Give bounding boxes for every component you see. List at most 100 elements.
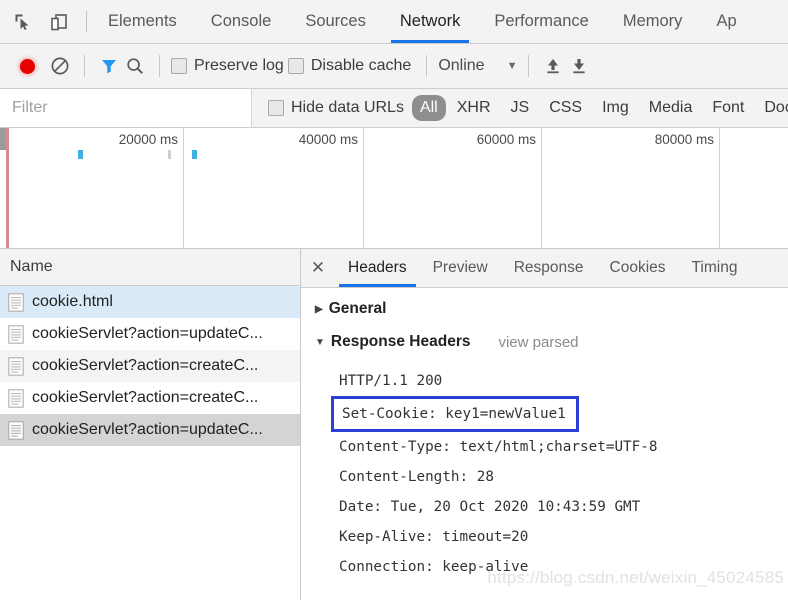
- record-button[interactable]: [20, 58, 35, 74]
- type-filter-js[interactable]: JS: [502, 96, 539, 120]
- export-har-icon[interactable]: [566, 53, 592, 79]
- devtools-tabbar: Elements Console Sources Network Perform…: [0, 0, 788, 44]
- tab-elements[interactable]: Elements: [91, 0, 194, 43]
- filter-funnel-icon[interactable]: [96, 53, 122, 79]
- document-icon: [8, 324, 24, 344]
- tab-application[interactable]: Ap: [699, 0, 753, 43]
- tab-cookies[interactable]: Cookies: [597, 249, 679, 287]
- header-line-content-length: Content-Length: 28: [339, 469, 494, 485]
- close-icon[interactable]: ✕: [301, 249, 335, 287]
- header-line-content-type: Content-Type: text/html;charset=UTF-8: [339, 439, 658, 455]
- request-list: Name cookie.html cookieServlet?action=up…: [0, 249, 301, 600]
- inspect-element-icon[interactable]: [12, 11, 34, 33]
- response-headers-title: ▼ Response Headers: [315, 333, 470, 351]
- tab-console-label: Console: [210, 12, 272, 30]
- request-name: cookie.html: [32, 293, 113, 310]
- header-line-set-cookie: Set-Cookie: key1=newValue1: [331, 396, 579, 432]
- hide-data-urls-box: [268, 100, 284, 116]
- header-line-date: Date: Tue, 20 Oct 2020 10:43:59 GMT: [339, 499, 641, 515]
- table-row[interactable]: cookieServlet?action=updateC...: [0, 414, 300, 446]
- general-section-title: ▶ General: [315, 300, 386, 318]
- request-name: cookieServlet?action=createC...: [32, 357, 259, 374]
- tab-memory[interactable]: Memory: [606, 0, 700, 43]
- request-name: cookieServlet?action=updateC...: [32, 421, 263, 438]
- tab-response-label: Response: [513, 259, 584, 276]
- tab-timing-label: Timing: [691, 259, 738, 276]
- general-label: General: [328, 300, 387, 317]
- table-row[interactable]: cookieServlet?action=createC...: [0, 350, 300, 382]
- toolbar-divider-1: [84, 55, 85, 77]
- request-name: cookieServlet?action=updateC...: [32, 325, 263, 342]
- filter-input[interactable]: [0, 89, 252, 127]
- overview-tick: 40000 ms: [184, 128, 364, 248]
- tab-preview-label: Preview: [432, 259, 488, 276]
- detail-tabs: ✕ Headers Preview Response Cookies Timin…: [301, 249, 788, 288]
- tab-headers[interactable]: Headers: [335, 249, 420, 287]
- throttling-value: Online: [438, 57, 485, 74]
- type-filter-media[interactable]: Media: [640, 96, 702, 120]
- overview-tick-label: 60000 ms: [476, 132, 536, 147]
- headers-content: ▶ General ▼ Response Headers view parsed…: [301, 288, 788, 600]
- disable-cache-checkbox[interactable]: Disable cache: [287, 57, 411, 75]
- overview-tick-label: 40000 ms: [298, 132, 358, 147]
- type-filter-doc[interactable]: Doc: [755, 96, 788, 120]
- overview-request-marker: [78, 150, 83, 159]
- chevron-down-icon: ▼: [315, 336, 325, 348]
- network-toolbar: Preserve log Disable cache Online ▼: [0, 44, 788, 89]
- toolbar-divider-3: [426, 55, 428, 77]
- clear-icon[interactable]: [47, 53, 73, 79]
- header-line-connection: Connection: keep-alive: [339, 559, 529, 575]
- throttling-dropdown[interactable]: Online ▼: [438, 57, 517, 75]
- tab-console[interactable]: Console: [194, 0, 289, 43]
- hide-data-urls-label: Hide data URLs: [291, 99, 404, 116]
- request-detail-pane: ✕ Headers Preview Response Cookies Timin…: [301, 249, 788, 600]
- header-line-status: HTTP/1.1 200: [339, 373, 443, 389]
- overview-request-marker: [168, 150, 171, 159]
- tab-timing[interactable]: Timing: [679, 249, 751, 287]
- response-headers-section-header[interactable]: ▼ Response Headers view parsed: [315, 333, 788, 351]
- import-har-icon[interactable]: [540, 53, 566, 79]
- tab-performance-label: Performance: [494, 12, 589, 30]
- type-filter-xhr[interactable]: XHR: [448, 96, 500, 120]
- type-filter-css[interactable]: CSS: [540, 96, 591, 120]
- column-header-name: Name: [10, 258, 53, 275]
- request-rows: cookie.html cookieServlet?action=updateC…: [0, 286, 300, 600]
- resource-type-filters: All XHR JS CSS Img Media Font Doc: [411, 95, 788, 121]
- overview-tick-label: 80000 ms: [654, 132, 714, 147]
- network-overview[interactable]: 20000 ms 40000 ms 60000 ms 80000 ms: [0, 128, 788, 249]
- overview-tick-label: 20000 ms: [118, 132, 178, 147]
- tab-performance[interactable]: Performance: [477, 0, 605, 43]
- type-filter-font[interactable]: Font: [703, 96, 753, 120]
- tab-memory-label: Memory: [622, 12, 683, 30]
- table-row[interactable]: cookieServlet?action=createC...: [0, 382, 300, 414]
- tabbar-divider: [86, 11, 87, 32]
- hide-data-urls-checkbox[interactable]: Hide data URLs: [268, 99, 404, 117]
- document-icon: [8, 356, 24, 376]
- response-headers-label: Response Headers: [330, 333, 471, 350]
- devtools-window: Elements Console Sources Network Perform…: [0, 0, 788, 600]
- overview-timeline: 20000 ms 40000 ms 60000 ms 80000 ms: [6, 128, 788, 248]
- toolbar-divider-2: [159, 55, 160, 77]
- table-row[interactable]: cookie.html: [0, 286, 300, 318]
- tab-network[interactable]: Network: [383, 0, 478, 43]
- tab-application-label: Ap: [716, 12, 737, 30]
- request-list-header[interactable]: Name: [0, 249, 300, 286]
- device-toolbar-icon[interactable]: [48, 11, 70, 33]
- general-section-header[interactable]: ▶ General: [315, 300, 788, 318]
- tabbar-icon-group: [0, 0, 76, 43]
- tab-preview[interactable]: Preview: [420, 249, 501, 287]
- toolbar-divider-4: [528, 55, 530, 77]
- network-main: Name cookie.html cookieServlet?action=up…: [0, 249, 788, 600]
- header-line-keep-alive: Keep-Alive: timeout=20: [339, 529, 529, 545]
- view-parsed-link[interactable]: view parsed: [498, 334, 578, 351]
- close-icon-glyph: ✕: [310, 258, 326, 277]
- type-filter-all[interactable]: All: [411, 95, 446, 121]
- tab-response[interactable]: Response: [501, 249, 597, 287]
- preserve-log-checkbox[interactable]: Preserve log: [171, 57, 284, 75]
- document-icon: [8, 388, 24, 408]
- type-filter-img[interactable]: Img: [593, 96, 638, 120]
- search-icon[interactable]: [122, 53, 148, 79]
- panel-tabs: Elements Console Sources Network Perform…: [91, 0, 788, 43]
- tab-sources[interactable]: Sources: [288, 0, 383, 43]
- table-row[interactable]: cookieServlet?action=updateC...: [0, 318, 300, 350]
